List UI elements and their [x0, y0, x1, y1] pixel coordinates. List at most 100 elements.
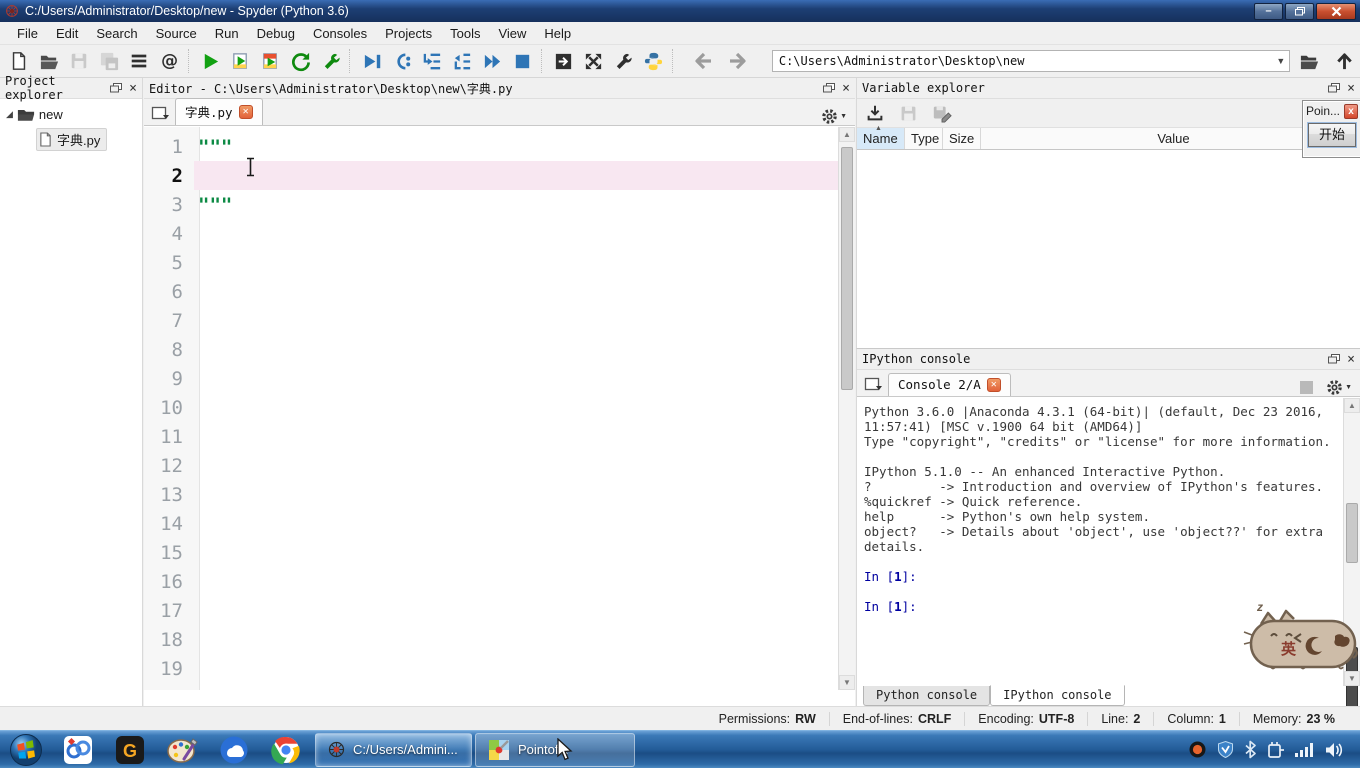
browse-tabs-icon[interactable]	[147, 101, 173, 125]
menu-item[interactable]: Projects	[376, 23, 441, 44]
file-switcher-button[interactable]	[124, 47, 154, 75]
undock-icon[interactable]	[1328, 83, 1341, 93]
editor-line[interactable]: 16	[144, 567, 838, 596]
minimize-button[interactable]: –	[1254, 2, 1283, 20]
expand-triangle-icon[interactable]: ◢	[6, 109, 13, 120]
cat-ime-widget[interactable]: z z 英	[1243, 598, 1360, 680]
editor-line[interactable]: 9	[144, 364, 838, 393]
close-button[interactable]	[1316, 2, 1356, 20]
editor-line[interactable]: 8	[144, 335, 838, 364]
pointofix-start-button[interactable]: 开始	[1308, 123, 1356, 147]
project-root-row[interactable]: ◢ new	[6, 107, 142, 122]
menu-item[interactable]: File	[8, 23, 47, 44]
volume-icon[interactable]	[1324, 741, 1344, 759]
network-signal-icon[interactable]	[1294, 741, 1315, 759]
column-header-name[interactable]: ▲ Name	[857, 125, 905, 149]
save-data-as-icon[interactable]	[932, 103, 952, 123]
menu-item[interactable]: Help	[535, 23, 580, 44]
pointofix-titlebar[interactable]: Poin... x	[1303, 101, 1360, 121]
close-pane-icon[interactable]: ×	[129, 82, 137, 95]
working-directory-combobox[interactable]: ▼	[771, 50, 1290, 72]
editor-line[interactable]: 13	[144, 480, 838, 509]
menu-item[interactable]: Search	[87, 23, 146, 44]
preferences-button[interactable]	[609, 47, 639, 75]
menu-item[interactable]: View	[489, 23, 535, 44]
pinned-remote-knot-icon[interactable]	[52, 733, 104, 767]
console-options-gear-icon[interactable]	[1326, 379, 1343, 396]
undock-icon[interactable]	[110, 83, 123, 93]
working-directory-input[interactable]	[772, 54, 1273, 68]
editor-line[interactable]: 7	[144, 306, 838, 335]
record-icon[interactable]	[1188, 740, 1207, 759]
editor-line[interactable]: 6	[144, 277, 838, 306]
save-all-button[interactable]	[94, 47, 124, 75]
editor-line[interactable]: 14	[144, 509, 838, 538]
menu-item[interactable]: Source	[147, 23, 206, 44]
symbol-finder-button[interactable]: @	[155, 47, 185, 75]
close-pane-icon[interactable]: ×	[1347, 353, 1355, 366]
taskbar-button-pointofix[interactable]: Pointofix	[475, 732, 635, 767]
console-tab[interactable]: Console 2/A ✕	[888, 373, 1011, 396]
parent-directory-button[interactable]	[1329, 47, 1360, 75]
save-button[interactable]	[64, 47, 94, 75]
pinned-cloud-browser-icon[interactable]	[208, 733, 260, 767]
column-header-size[interactable]: Size	[943, 128, 981, 149]
tab-close-icon[interactable]: ✕	[986, 377, 1001, 392]
menu-item[interactable]: Run	[206, 23, 248, 44]
step-return-button[interactable]	[447, 47, 477, 75]
editor-vertical-scrollbar[interactable]: ▲ ▼	[838, 127, 855, 690]
tab-ipython-console[interactable]: IPython console	[990, 685, 1125, 706]
undock-icon[interactable]	[1328, 354, 1341, 364]
editor-line[interactable]: 15	[144, 538, 838, 567]
power-plug-icon[interactable]	[1266, 740, 1285, 759]
pinned-g-app-icon[interactable]: G	[104, 733, 156, 767]
close-pane-icon[interactable]: ×	[842, 82, 850, 95]
pinned-chrome-icon[interactable]	[260, 733, 312, 767]
step-into-button[interactable]	[417, 47, 447, 75]
close-pane-icon[interactable]: ×	[1347, 82, 1355, 95]
editor-line[interactable]: 10	[144, 393, 838, 422]
python-path-button[interactable]	[639, 47, 669, 75]
variable-table-body[interactable]	[857, 150, 1360, 347]
scroll-up-arrow[interactable]: ▲	[1344, 398, 1360, 413]
stop-debug-button[interactable]	[508, 47, 538, 75]
tab-python-console[interactable]: Python console	[863, 686, 991, 706]
editor-line[interactable]: 11	[144, 422, 838, 451]
editor-scrollbar-thumb[interactable]	[841, 147, 853, 390]
rerun-button[interactable]	[286, 47, 316, 75]
editor-line[interactable]: 18	[144, 625, 838, 654]
import-data-icon[interactable]	[865, 103, 885, 123]
editor-line[interactable]: 17	[144, 596, 838, 625]
project-file-row[interactable]: 字典.py	[36, 128, 108, 151]
interrupt-kernel-icon[interactable]	[1299, 380, 1314, 395]
run-configuration-button[interactable]	[316, 47, 346, 75]
pointofix-close-icon[interactable]: x	[1344, 103, 1358, 119]
browse-directory-button[interactable]	[1294, 47, 1325, 75]
taskbar-button-spyder[interactable]: C:/Users/Admini...	[315, 732, 472, 767]
run-cell-advance-button[interactable]	[256, 47, 286, 75]
tab-close-icon[interactable]: ✕	[238, 104, 253, 119]
console-scrollbar-thumb[interactable]	[1346, 503, 1358, 563]
scroll-down-arrow[interactable]: ▼	[839, 675, 855, 690]
maximize-pane-button[interactable]	[549, 47, 579, 75]
restore-button[interactable]	[1285, 2, 1314, 20]
editor-line[interactable]: 4	[144, 219, 838, 248]
column-header-type[interactable]: Type	[905, 128, 943, 149]
editor-code-area[interactable]: 1 """ 2 3 """ 4 5 6 7 8 9 10 11 12 13 14…	[144, 127, 838, 690]
run-button[interactable]	[196, 47, 226, 75]
run-cell-button[interactable]	[226, 47, 256, 75]
new-file-button[interactable]	[4, 47, 34, 75]
scroll-up-arrow[interactable]: ▲	[839, 127, 855, 142]
editor-line[interactable]: 19	[144, 654, 838, 683]
undock-icon[interactable]	[823, 83, 836, 93]
forward-button[interactable]	[723, 47, 754, 75]
browse-tabs-icon[interactable]	[860, 372, 886, 396]
menu-item[interactable]: Tools	[441, 23, 489, 44]
open-file-button[interactable]	[34, 47, 64, 75]
run-current-line-button[interactable]	[387, 47, 417, 75]
editor-line[interactable]: 3 """	[144, 190, 838, 219]
save-data-icon[interactable]	[899, 104, 918, 123]
editor-line[interactable]: 12	[144, 451, 838, 480]
fullscreen-button[interactable]	[579, 47, 609, 75]
bluetooth-icon[interactable]	[1244, 740, 1257, 759]
